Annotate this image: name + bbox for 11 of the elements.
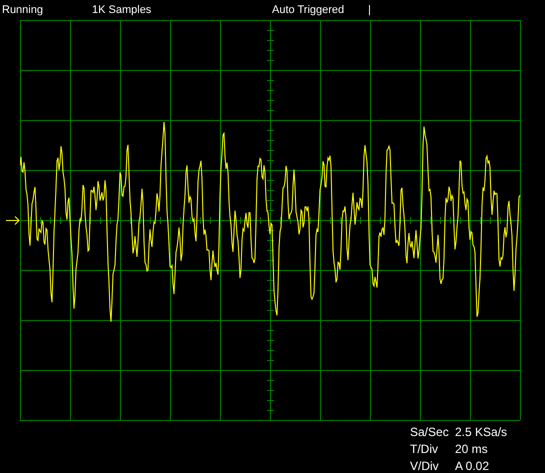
readout-value: 20 ms bbox=[455, 443, 488, 456]
trigger-marker: | bbox=[368, 4, 371, 16]
readout-value: A 0.02 bbox=[455, 460, 490, 473]
readout-label: T/Div bbox=[410, 443, 438, 456]
trigger-level-arrow-icon bbox=[6, 216, 20, 225]
trigger-mode: Auto Triggered bbox=[272, 4, 344, 16]
readout-label: Sa/Sec bbox=[410, 426, 449, 439]
readout-label: V/Div bbox=[410, 460, 439, 473]
run-state: Running bbox=[2, 4, 43, 16]
readout-value: 2.5 KSa/s bbox=[455, 426, 508, 439]
sample-count: 1K Samples bbox=[92, 4, 152, 16]
